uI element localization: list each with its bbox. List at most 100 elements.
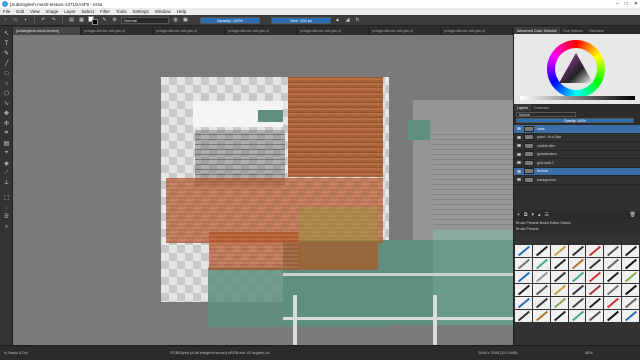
document-tab[interactable]: pelagic-kiln-ter-xsb-yse-yt [369,27,441,35]
brush-preset[interactable] [515,245,532,257]
document-tab[interactable]: pelagic-kiln-ter-xsb-yse-yt [225,27,297,35]
mirror-horizontal-icon[interactable]: ▲ [334,17,341,24]
ellipse-tool-icon[interactable]: ○ [2,79,11,88]
layer-row[interactable]: paint · hi-v-2da [514,134,640,142]
fg-bg-color-swatch[interactable] [88,15,98,25]
add-layer-icon[interactable]: + [517,212,520,218]
pattern-icon[interactable]: ▦ [78,17,85,24]
layer-opacity-slider[interactable]: Opacity: 100% [516,118,634,123]
document-tab[interactable]: pelagic-kiln-ter-xsb-yse-yt [441,27,513,35]
eraser-mode-icon[interactable]: ◍ [172,17,179,24]
eye-icon[interactable] [517,161,521,165]
transform-tool-icon[interactable]: ✥ [2,109,11,118]
polygon-tool-icon[interactable]: ⬠ [2,89,11,98]
select-shape-tool-icon[interactable]: ↖ [2,29,11,38]
tab-tool-options[interactable]: Tool Options [560,27,586,34]
brush-preset[interactable] [515,271,532,283]
brush-preset[interactable] [550,284,568,296]
rect-select-tool-icon[interactable]: ⬚ [2,193,11,202]
preserve-alpha-icon[interactable]: ▣ [182,17,189,24]
brush-preset[interactable] [604,271,622,283]
redo-icon[interactable]: ↷ [50,17,57,24]
brush-docker-tabs[interactable]: Brush Presets Brush Editor Status [516,221,638,225]
layer-row[interactable]: cobble-tiles [514,142,640,151]
menu-view[interactable]: View [30,9,40,14]
brush-preset[interactable] [515,284,532,296]
tab-overview[interactable]: Overview [586,27,607,34]
menu-filter[interactable]: Filter [100,9,110,14]
eye-icon[interactable] [517,135,521,139]
brush-preset[interactable] [568,271,586,283]
brush-preset[interactable] [604,284,622,296]
brush-presets-filter[interactable]: Brush Presets [516,227,638,231]
brush-preset[interactable] [550,310,568,322]
eye-icon[interactable] [517,169,521,173]
brush-preset[interactable] [515,310,532,322]
menu-window[interactable]: Window [155,9,171,14]
opacity-slider[interactable]: Opacity: 100% [200,16,260,24]
move-layer-up-icon[interactable]: ▴ [538,212,541,218]
brush-preset-icon[interactable]: ✎ [101,17,108,24]
brush-preset[interactable] [568,310,586,322]
brush-preset[interactable] [532,284,550,296]
menu-tools[interactable]: Tools [116,9,127,14]
brush-preset[interactable] [586,258,604,270]
rotate-canvas-icon[interactable]: ↻ [354,17,361,24]
menu-select[interactable]: Select [82,9,95,14]
brush-preset[interactable] [604,245,622,257]
close-icon[interactable]: ✕ [634,1,638,7]
layer-row[interactable]: texture [514,167,640,176]
color-picker-tool-icon[interactable]: ⌖ [2,149,11,158]
fill-tool-icon[interactable]: ◈ [2,159,11,168]
menu-help[interactable]: Help [177,9,186,14]
brush-preset[interactable] [532,258,550,270]
ellipse-select-tool-icon[interactable]: ◌ [2,203,11,212]
advanced-color-selector[interactable] [514,34,640,104]
layer-row[interactable]: grid-wall-2 [514,159,640,168]
brush-preset[interactable] [586,284,604,296]
eye-icon[interactable] [517,178,521,182]
color-history-bar[interactable] [520,96,635,100]
layer-row[interactable]: grassbottom [514,151,640,159]
brush-preset[interactable] [622,284,639,296]
brush-preset[interactable] [532,310,550,322]
brush-preset[interactable] [622,271,639,283]
brush-preset[interactable] [604,310,622,322]
brush-preset[interactable] [568,245,586,257]
document-tab[interactable]: pelagic-kiln-ter-xsb-yse-yt [153,27,225,35]
menu-image[interactable]: Image [46,9,59,14]
minimize-icon[interactable]: – [616,1,619,7]
undo-icon[interactable]: ↶ [40,17,47,24]
menu-settings[interactable]: Settings [133,9,149,14]
measure-tool-icon[interactable]: ⟂ [2,179,11,188]
brush-preset[interactable] [550,297,568,309]
zoom-tool-icon[interactable]: ⌕ [2,223,11,232]
brush-preset[interactable] [532,245,550,257]
blend-mode-select[interactable]: Normal [121,16,169,24]
brush-preset[interactable] [515,297,532,309]
menu-layer[interactable]: Layer [64,9,75,14]
brush-preset[interactable] [604,258,622,270]
brush-preset[interactable] [586,297,604,309]
status-zoom[interactable]: 46% [585,351,593,355]
brush-preset[interactable] [604,297,622,309]
freehand-brush-tool-icon[interactable]: ✎ [2,49,11,58]
brush-preset[interactable] [532,297,550,309]
size-slider[interactable]: Size: 100 px [271,16,331,24]
gradient-icon[interactable]: ▤ [68,17,75,24]
eye-icon[interactable] [517,144,521,148]
tab-advanced-color-selector[interactable]: Advanced Color Selector [514,27,560,34]
move-tool-icon[interactable]: ✣ [2,119,11,128]
brush-preset[interactable] [568,284,586,296]
bezier-tool-icon[interactable]: ∿ [2,99,11,108]
document-tab[interactable]: pelagic-kiln-ter-xsb-yse-yt [297,27,369,35]
mirror-vertical-icon[interactable]: ◢ [344,17,351,24]
brush-preset[interactable] [622,245,639,257]
tab-channels[interactable]: Channels [531,104,552,111]
assistant-tool-icon[interactable]: ⟋ [2,169,11,178]
new-document-icon[interactable]: ▫ [2,17,9,24]
lasso-select-tool-icon[interactable]: ᘐ [2,213,11,222]
gradient-tool-icon[interactable]: ▤ [2,139,11,148]
layer-row[interactable]: background [514,176,640,185]
brush-preset[interactable] [586,245,604,257]
